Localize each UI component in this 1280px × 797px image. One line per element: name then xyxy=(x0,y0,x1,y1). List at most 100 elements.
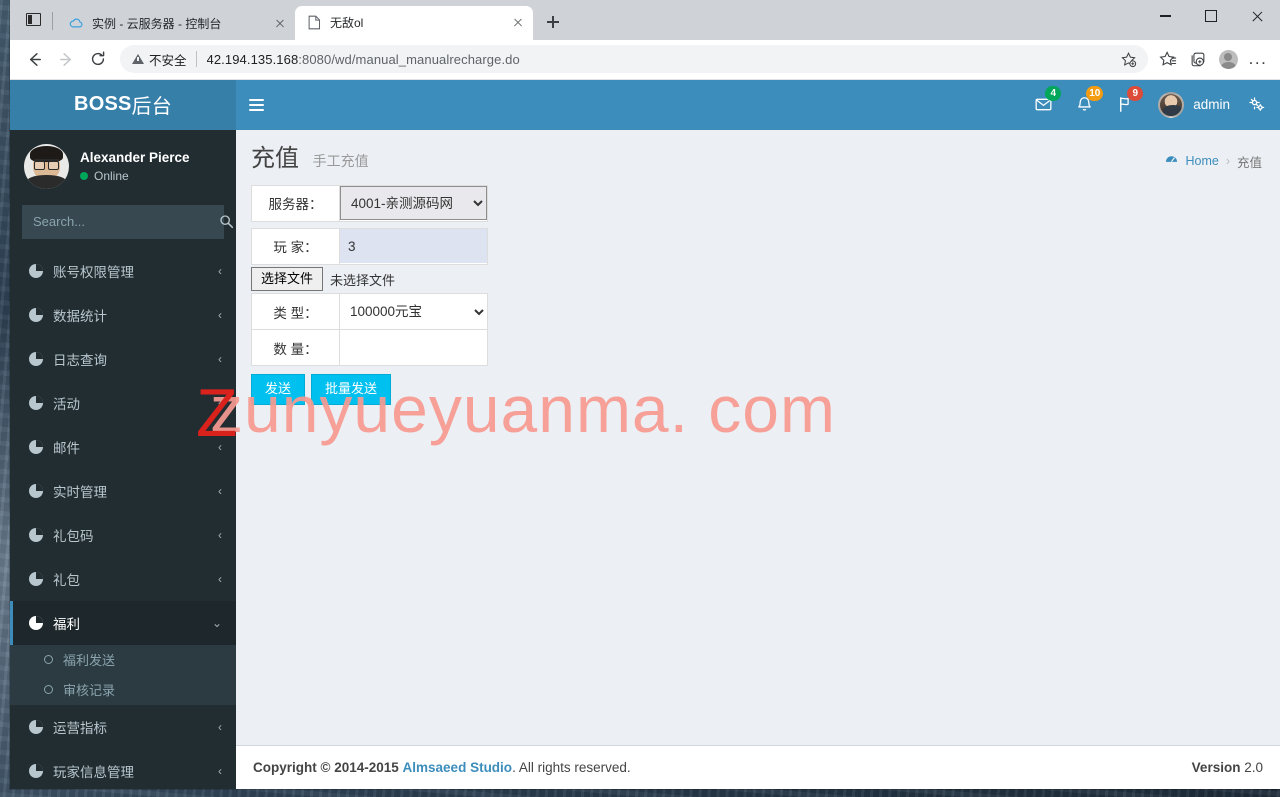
tasks-menu[interactable]: 9 xyxy=(1105,80,1146,130)
forward-icon[interactable] xyxy=(50,43,82,75)
page-title: 充值 手工充值 xyxy=(251,145,369,172)
content-header: 充值 手工充值 Home › 充值 xyxy=(236,130,1280,182)
profile-icon[interactable] xyxy=(1214,45,1242,73)
pie-icon xyxy=(29,263,43,278)
page-icon xyxy=(306,15,322,31)
add-favorite-icon[interactable] xyxy=(1114,45,1142,73)
sidebar-subitem-welfare-send[interactable]: 福利发送 xyxy=(10,645,236,675)
file-upload-row: 选择文件 未选择文件 xyxy=(251,266,1265,292)
pie-icon xyxy=(29,527,43,542)
close-icon[interactable] xyxy=(271,14,289,32)
breadcrumb-home-link[interactable]: Home xyxy=(1185,154,1218,168)
search-input[interactable] xyxy=(23,214,219,230)
batch-send-button[interactable]: 批量发送 xyxy=(311,374,392,406)
cloud-icon xyxy=(68,15,84,31)
avatar xyxy=(1158,91,1185,118)
type-select[interactable]: 100000元宝 xyxy=(340,294,487,329)
browser-toolbar: 不安全 42.194.135.168:8080/wd/manual_manual… xyxy=(10,39,1280,80)
sidebar-subitem-audit-record[interactable]: 审核记录 xyxy=(10,675,236,705)
sidebar-item-activity[interactable]: 活动 ‹ xyxy=(10,381,236,425)
sidebar-item-log-query[interactable]: 日志查询 ‹ xyxy=(10,337,236,381)
chevron-left-icon: ‹ xyxy=(218,527,222,542)
logo-suffix: 后台 xyxy=(131,96,172,119)
settings-dots: ... xyxy=(1248,49,1268,69)
sidebar: Alexander Pierce Online Search... 账号权限管理… xyxy=(10,129,236,789)
reload-icon[interactable] xyxy=(82,43,114,75)
server-row: 服务器： 4001-亲测源码网 xyxy=(251,184,488,222)
user-menu[interactable]: admin xyxy=(1146,80,1242,130)
sidebar-submenu-welfare: 福利发送 审核记录 xyxy=(10,644,236,705)
close-icon[interactable] xyxy=(509,14,527,32)
sidebar-user-name: Alexander Pierce xyxy=(80,149,190,165)
player-input[interactable] xyxy=(340,229,487,264)
chevron-left-icon: ‹ xyxy=(218,483,222,498)
new-tab-button[interactable] xyxy=(539,8,567,36)
browser-tab-1[interactable]: 实例 - 云服务器 - 控制台 xyxy=(57,6,295,40)
favorites-icon[interactable] xyxy=(1154,45,1182,73)
quantity-label: 数 量： xyxy=(251,329,340,367)
form-buttons: 发送 批量发送 xyxy=(251,374,1265,406)
collections-icon[interactable] xyxy=(1184,45,1212,73)
footer-version-number: 2.0 xyxy=(1244,760,1263,775)
player-label: 玩 家： xyxy=(251,227,340,265)
chevron-left-icon: ‹ xyxy=(218,263,222,278)
type-label: 类 型： xyxy=(251,293,340,331)
logo-bold: BOSS xyxy=(74,93,132,116)
sidebar-item-gift-code[interactable]: 礼包码 ‹ xyxy=(10,513,236,557)
sidebar-item-account-permissions[interactable]: 账号权限管理 ‹ xyxy=(10,249,236,293)
footer-copyright-prefix: Copyright © 2014-2015 xyxy=(253,760,399,775)
minimize-button[interactable] xyxy=(1142,0,1188,32)
toolbar-actions: ... xyxy=(1154,45,1272,73)
omnibox-divider xyxy=(195,51,197,68)
back-icon[interactable] xyxy=(18,43,50,75)
sidebar-item-gift-pack[interactable]: 礼包 ‹ xyxy=(10,557,236,601)
server-field-cell: 4001-亲测源码网 xyxy=(339,184,488,222)
send-button[interactable]: 发送 xyxy=(251,374,306,406)
sidebar-item-welfare[interactable]: 福利 ⌄ xyxy=(10,600,236,645)
app-header: BOSS 后台 4 10 9 admin xyxy=(10,79,1280,130)
messages-menu[interactable]: 4 xyxy=(1023,80,1064,130)
server-select[interactable]: 4001-亲测源码网 xyxy=(340,186,487,221)
notifications-menu[interactable]: 10 xyxy=(1064,80,1105,130)
choose-file-button[interactable]: 选择文件 xyxy=(251,266,324,292)
pie-icon xyxy=(29,763,43,778)
sidebar-item-operation-metrics[interactable]: 运营指标 ‹ xyxy=(10,705,236,749)
sidebar-item-mail[interactable]: 邮件 ‹ xyxy=(10,425,236,469)
address-bar[interactable]: 不安全 42.194.135.168:8080/wd/manual_manual… xyxy=(120,45,1148,74)
messages-badge: 4 xyxy=(1045,85,1062,101)
sidebar-item-player-info-management[interactable]: 玩家信息管理 ‹ xyxy=(10,749,236,789)
navbar-right: 4 10 9 admin xyxy=(1023,80,1280,130)
circle-icon xyxy=(44,655,53,665)
sidebar-item-label: 礼包码 xyxy=(53,528,94,544)
maximize-button[interactable] xyxy=(1188,0,1234,32)
chevron-left-icon: ‹ xyxy=(218,307,222,322)
sidebar-user-status-label: Online xyxy=(94,168,129,183)
pie-icon xyxy=(29,439,43,454)
sidebar-item-realtime-management[interactable]: 实时管理 ‹ xyxy=(10,469,236,513)
footer-version-label: Version xyxy=(1191,760,1241,775)
tab-search-icon[interactable] xyxy=(16,3,50,37)
search-icon[interactable] xyxy=(219,206,234,238)
sidebar-search[interactable] xyxy=(22,204,234,239)
not-secure-icon[interactable]: 不安全 xyxy=(132,50,187,69)
sidebar-item-label: 运营指标 xyxy=(53,720,107,736)
browser-settings-icon[interactable]: ... xyxy=(1244,45,1272,73)
sidebar-item-data-statistics[interactable]: 数据统计 ‹ xyxy=(10,293,236,337)
chevron-left-icon: ‹ xyxy=(218,763,222,778)
chevron-left-icon: ‹ xyxy=(218,439,222,454)
address-bar-url: 42.194.135.168:8080/wd/manual_manualrech… xyxy=(207,52,1114,67)
sidebar-user-panel[interactable]: Alexander Pierce Online xyxy=(10,130,236,203)
sidebar-toggle-button[interactable] xyxy=(236,80,276,130)
app-logo[interactable]: BOSS 后台 xyxy=(10,79,236,130)
server-table: 服务器： 4001-亲测源码网 xyxy=(251,184,488,222)
footer-version: Version 2.0 xyxy=(1192,760,1263,775)
gear-icon[interactable] xyxy=(1242,80,1280,130)
window-close-button[interactable] xyxy=(1234,0,1280,32)
pie-icon xyxy=(29,307,43,322)
footer-studio-link[interactable]: Almsaeed Studio xyxy=(403,760,513,775)
footer-copyright-suffix: . All rights reserved. xyxy=(512,760,631,775)
quantity-input[interactable] xyxy=(340,330,487,365)
sidebar-item-label: 日志查询 xyxy=(53,352,107,368)
sidebar-user-info: Alexander Pierce Online xyxy=(80,150,190,183)
browser-tab-2[interactable]: 无敌ol xyxy=(295,5,533,40)
